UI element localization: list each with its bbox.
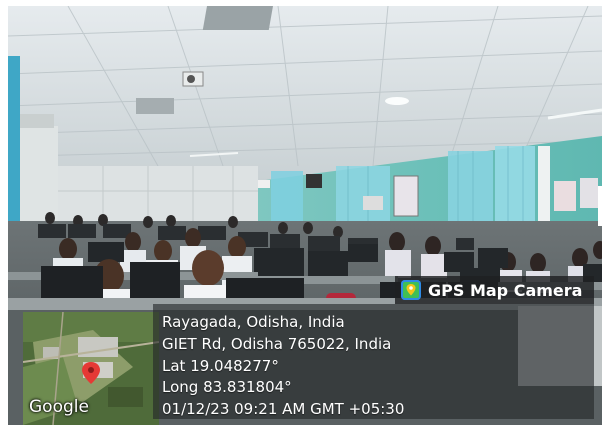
longitude-line: Long 83.831804° xyxy=(162,378,292,396)
camera-app-icon xyxy=(401,280,421,300)
city-line: Rayagada, Odisha, India xyxy=(162,313,345,331)
latitude-line: Lat 19.048277° xyxy=(162,357,279,375)
datetime-line: 01/12/23 09:21 AM GMT +05:30 xyxy=(162,400,405,418)
gps-app-badge: GPS Map Camera xyxy=(395,276,594,304)
map-attribution: Google xyxy=(29,397,89,417)
address-line: GIET Rd, Odisha 765022, India xyxy=(162,335,392,353)
app-title: GPS Map Camera xyxy=(428,280,583,300)
